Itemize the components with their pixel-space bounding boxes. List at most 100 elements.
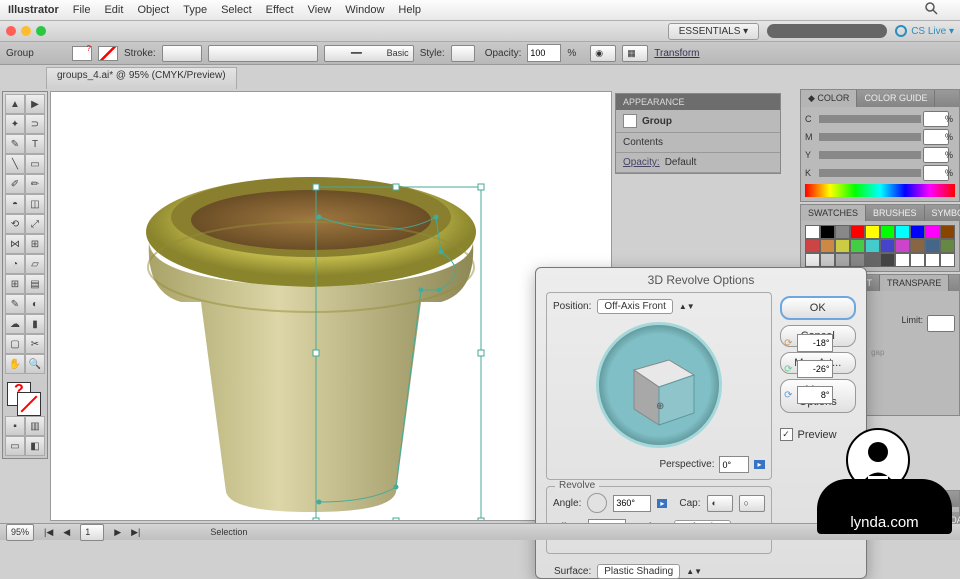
style-selector[interactable] [451,45,475,62]
gradient-mode-button[interactable]: ▥ [25,416,45,436]
rectangle-tool[interactable]: ▭ [25,154,45,174]
stroke-weight-field[interactable] [162,45,202,62]
menu-view[interactable]: View [308,4,332,16]
opacity-input[interactable] [527,44,561,62]
color-mode-button[interactable]: ▪ [5,416,25,436]
zoom-level[interactable]: 95% [6,524,34,541]
direct-selection-tool[interactable]: ▶ [25,94,45,114]
brush-selector[interactable] [208,45,318,62]
menu-type[interactable]: Type [183,4,207,16]
fill-stroke-indicator[interactable]: ? [5,380,45,416]
recolor-button[interactable]: ◉ [590,45,616,62]
colorguide-tab[interactable]: COLOR GUIDE [857,90,935,107]
angle-x-input[interactable] [797,334,833,352]
appearance-opacity-link[interactable]: Opacity: [623,157,660,168]
blend-tool[interactable]: ◐ [25,294,45,314]
angle-dial[interactable] [587,493,607,513]
align-button[interactable]: ▦ [622,45,648,62]
rotate-tool[interactable]: ⟲ [5,214,25,234]
spotlight-icon[interactable] [925,2,938,18]
perspective-tool[interactable]: ▱ [25,254,45,274]
menu-effect[interactable]: Effect [266,4,294,16]
nav-next-icon[interactable]: ▶ [114,527,121,538]
transparency-tab[interactable]: TRANSPARE [880,275,949,291]
position-select[interactable]: Off-Axis Front [597,299,673,314]
appearance-contents[interactable]: Contents [616,133,780,153]
blob-brush-tool[interactable]: ◓ [5,194,25,214]
nav-last-icon[interactable]: ▶| [131,527,140,538]
menu-file[interactable]: File [73,4,91,16]
ok-button[interactable]: OK [780,296,857,320]
position-stepper[interactable]: ▲▼ [679,302,695,311]
nav-first-icon[interactable]: |◀ [44,527,53,538]
shape-builder-tool[interactable]: ◔ [5,254,25,274]
canvas[interactable] [50,91,612,521]
appearance-tab[interactable]: APPEARANCE [616,94,780,110]
lasso-tool[interactable]: ⊃ [25,114,45,134]
eyedropper-tool[interactable]: ✎ [5,294,25,314]
swatch-grid[interactable] [805,225,955,267]
stroke-swatch[interactable] [98,46,118,61]
limit-input[interactable] [927,315,955,332]
scale-tool[interactable]: ⤢ [25,214,45,234]
hand-tool[interactable]: ✋ [5,354,25,374]
screen-mode-button[interactable]: ▭ [5,436,25,456]
k-slider[interactable] [819,169,921,177]
c-slider[interactable] [819,115,921,123]
menu-edit[interactable]: Edit [104,4,123,16]
y-slider[interactable] [819,151,921,159]
symbols-tab[interactable]: SYMBOLS [925,205,960,221]
paintbrush-tool[interactable]: ✐ [5,174,25,194]
menu-object[interactable]: Object [137,4,169,16]
cs-live-button[interactable]: CS Live ▾ [895,25,954,37]
selection-tool[interactable]: ▲ [5,94,25,114]
free-transform-tool[interactable]: ⊞ [25,234,45,254]
eraser-tool[interactable]: ◫ [25,194,45,214]
surface-stepper[interactable]: ▲▼ [686,567,702,576]
transform-link[interactable]: Transform [654,48,699,59]
zoom-window-button[interactable] [36,26,46,36]
zoom-tool[interactable]: 🔍 [25,354,45,374]
angle-arrow-icon[interactable]: ▸ [657,499,667,508]
preview-checkbox[interactable]: ✓ [780,428,793,441]
artboard-nav[interactable]: 1 [80,524,104,541]
angle-z-input[interactable] [797,386,833,404]
surface-select[interactable]: Plastic Shading [597,564,680,579]
cap-on-button[interactable]: ◐ [707,495,733,512]
3d-orientation-widget[interactable]: ⊕ [596,322,722,448]
search-field[interactable] [767,24,887,38]
magic-wand-tool[interactable]: ✦ [5,114,25,134]
mesh-tool[interactable]: ⊞ [5,274,25,294]
app-menu[interactable]: Illustrator [8,4,59,16]
menu-select[interactable]: Select [221,4,252,16]
document-tab[interactable]: groups_4.ai* @ 95% (CMYK/Preview) [46,67,237,89]
line-tool[interactable]: ╲ [5,154,25,174]
draw-mode-button[interactable]: ◧ [25,436,45,456]
symbol-sprayer-tool[interactable]: ☁ [5,314,25,334]
perspective-arrow-icon[interactable]: ▸ [754,460,764,469]
width-tool[interactable]: ⋈ [5,234,25,254]
gradient-tool[interactable]: ▤ [25,274,45,294]
workspace-switcher[interactable]: ESSENTIALS ▾ [668,23,760,40]
menu-help[interactable]: Help [398,4,421,16]
type-tool[interactable]: T [25,134,45,154]
angle-input[interactable] [613,495,651,512]
cap-off-button[interactable]: ○ [739,495,765,512]
graph-tool[interactable]: ▮ [25,314,45,334]
slice-tool[interactable]: ✂ [25,334,45,354]
close-window-button[interactable] [6,26,16,36]
spectrum-bar[interactable] [805,184,955,197]
artboard-tool[interactable]: ▢ [5,334,25,354]
nav-prev-icon[interactable]: ◀ [63,527,70,538]
m-slider[interactable] [819,133,921,141]
minimize-window-button[interactable] [21,26,31,36]
perspective-input[interactable] [719,456,749,473]
angle-y-input[interactable] [797,360,833,378]
pen-tool[interactable]: ✎ [5,134,25,154]
fill-swatch[interactable]: ? [72,46,92,61]
pencil-tool[interactable]: ✏ [25,174,45,194]
swatches-tab[interactable]: SWATCHES [801,205,866,221]
color-tab[interactable]: ◆ COLOR [801,90,857,107]
brushes-tab[interactable]: BRUSHES [866,205,925,221]
brush-basic[interactable]: ━━ Basic [324,45,414,62]
